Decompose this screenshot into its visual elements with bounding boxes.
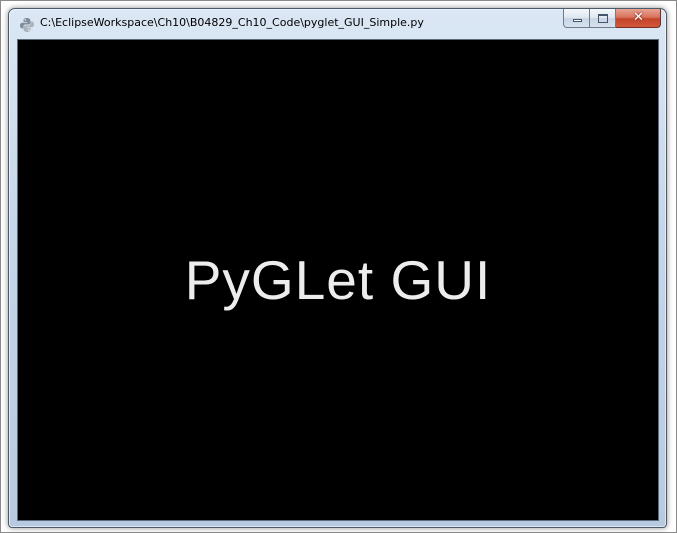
maximize-icon xyxy=(598,14,608,23)
minimize-button[interactable] xyxy=(563,9,590,28)
minimize-icon xyxy=(573,19,582,22)
canvas-label: PyGLet GUI xyxy=(184,249,492,311)
close-button[interactable]: ✕ xyxy=(616,9,661,28)
maximize-button[interactable] xyxy=(590,9,616,28)
pyglet-canvas[interactable]: PyGLet GUI xyxy=(17,39,659,521)
window-title: C:\EclipseWorkspace\Ch10\B04829_Ch10_Cod… xyxy=(40,16,424,29)
app-window: C:\EclipseWorkspace\Ch10\B04829_Ch10_Cod… xyxy=(8,8,667,528)
caption-buttons: ✕ xyxy=(563,9,661,29)
close-icon: ✕ xyxy=(633,10,644,25)
python-icon xyxy=(19,17,35,33)
title-bar[interactable]: C:\EclipseWorkspace\Ch10\B04829_Ch10_Cod… xyxy=(9,9,666,39)
